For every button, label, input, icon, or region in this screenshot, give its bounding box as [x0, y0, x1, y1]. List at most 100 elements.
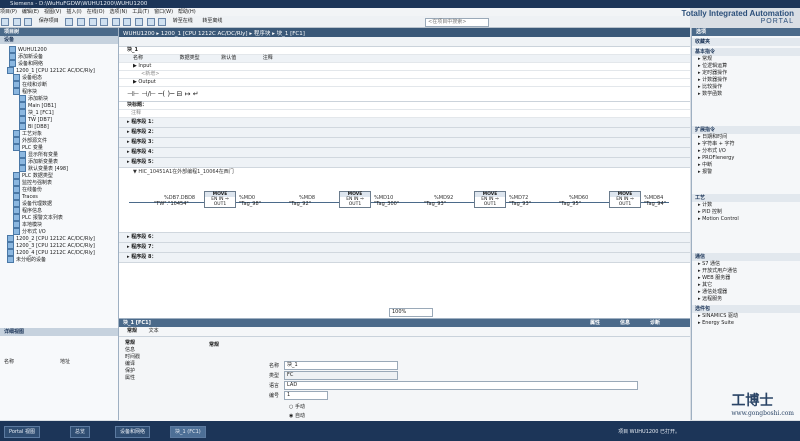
tree-item[interactable]: 添加新变量表 — [3, 158, 118, 165]
new-project-icon[interactable] — [1, 18, 9, 26]
tree-item[interactable]: 程序信息 — [3, 207, 118, 214]
basic-instruction-item[interactable]: ▸ 位逻辑运算 — [692, 63, 800, 70]
menu-item[interactable]: 在线(O) — [87, 9, 105, 15]
tree-item[interactable]: 分布式 I/O — [3, 228, 118, 235]
tree-item[interactable]: 在线备份 — [3, 186, 118, 193]
undo-icon[interactable] — [111, 18, 120, 26]
menu-item[interactable]: 帮助(H) — [178, 9, 196, 15]
paste-icon[interactable] — [88, 18, 97, 26]
technology-item[interactable]: ▸ PID 控制 — [692, 209, 800, 216]
overview-tab[interactable]: 总览 — [70, 426, 91, 438]
communication-item[interactable]: ▸ 远程服务 — [692, 296, 800, 303]
detail-view-title[interactable]: 详细视图 — [0, 328, 118, 336]
basic-instruction-item[interactable]: ▸ 计数器操作 — [692, 77, 800, 84]
project-search-input[interactable]: <在项目中搜索> — [425, 18, 489, 27]
block-comment[interactable]: 注释 — [119, 110, 690, 118]
tree-item[interactable]: PLC 变量 — [3, 144, 118, 151]
extended-instruction-item[interactable]: ▸ 字符串 + 字符 — [692, 141, 800, 148]
devices-networks-tab[interactable]: 设备和网络 — [115, 426, 151, 438]
diagnostics-tab[interactable]: 诊断 — [650, 319, 660, 327]
tree-item[interactable]: 1200_4 [CPU 1212C AC/DC/Rly] — [3, 249, 118, 256]
properties-nav-item[interactable]: 属性 — [125, 374, 140, 381]
basic-instruction-item[interactable]: ▸ 常规 — [692, 56, 800, 63]
info-tab[interactable]: 信息 — [620, 319, 630, 327]
menu-item[interactable]: 工具(T) — [132, 9, 149, 15]
tree-item[interactable]: TW [DB7] — [3, 116, 118, 123]
copy-icon[interactable] — [76, 18, 85, 26]
menu-item[interactable]: 插入(I) — [66, 9, 81, 15]
properties-nav-item[interactable]: 编译 — [125, 360, 140, 367]
move-block[interactable]: MOVE EN IN ⇒ OUT1 — [609, 191, 641, 208]
communication-section[interactable]: 通信 — [692, 253, 800, 261]
download-icon[interactable] — [146, 18, 155, 26]
network-header[interactable]: ▸ 程序段 3： — [119, 138, 690, 148]
manual-radio[interactable]: ○ 手动 — [289, 403, 305, 410]
interface-row-input[interactable]: ▶ Input — [119, 63, 690, 71]
devices-tab[interactable]: 设备 — [0, 36, 118, 44]
tree-item[interactable]: 本地模块 — [3, 221, 118, 228]
portal-view-button[interactable]: Portal 视图 — [4, 426, 40, 438]
network-header[interactable]: ▸ 程序段 7： — [119, 243, 690, 253]
tree-item[interactable]: 1200_3 [CPU 1212C AC/DC/Rly] — [3, 242, 118, 249]
optional-package-item[interactable]: ▸ Energy Suite — [692, 320, 800, 327]
ladder-elements-bar[interactable]: ⊣⊢ ⊣/⊢ ─( )─ ⊟ ↦ ↵ — [119, 87, 690, 102]
basic-instructions-section[interactable]: 基本指令 — [692, 48, 800, 56]
go-online-button[interactable]: 转至在线 — [173, 18, 193, 24]
tree-item[interactable]: 添加新设备 — [3, 53, 118, 60]
compile-icon[interactable] — [134, 18, 143, 26]
technology-item[interactable]: ▸ 计数 — [692, 202, 800, 209]
network-header[interactable]: ▸ 程序段 4： — [119, 148, 690, 158]
tree-item[interactable]: Main [OB1] — [3, 102, 118, 109]
network-header[interactable]: ▸ 程序段 1： — [119, 118, 690, 128]
menu-item[interactable]: 选项(N) — [110, 9, 128, 15]
optional-packages-section[interactable]: 选件包 — [692, 305, 800, 313]
extended-instructions-section[interactable]: 扩展指令 — [692, 126, 800, 134]
tree-item[interactable]: 显示所有变量 — [3, 151, 118, 158]
menu-item[interactable]: 项目(P) — [0, 9, 17, 15]
block-number-field[interactable]: 1 — [284, 391, 328, 400]
auto-radio[interactable]: ◉ 自动 — [289, 412, 305, 419]
block-name-field[interactable]: 块_1 — [284, 361, 398, 370]
tree-item[interactable]: 在线和诊断 — [3, 81, 118, 88]
extended-instruction-item[interactable]: ▸ PROFIenergy — [692, 155, 800, 162]
tree-item[interactable]: 1200_2 [CPU 1212C AC/DC/Rly] — [3, 235, 118, 242]
properties-nav-item[interactable]: 保护 — [125, 367, 140, 374]
go-offline-button[interactable]: 转至离线 — [202, 18, 222, 24]
tree-item[interactable]: 程序块 — [3, 88, 118, 95]
properties-nav-item[interactable]: 时间戳 — [125, 353, 140, 360]
network-header[interactable]: ▸ 程序段 6： — [119, 233, 690, 243]
cut-icon[interactable] — [65, 18, 74, 26]
extended-instruction-item[interactable]: ▸ 分布式 I/O — [692, 148, 800, 155]
tree-item[interactable]: 块_1 [FC1] — [3, 109, 118, 116]
tree-item[interactable]: WUHU1200 — [3, 46, 118, 53]
tree-item[interactable]: PLC 报警文本列表 — [3, 214, 118, 221]
save-icon[interactable] — [24, 18, 33, 26]
technology-item[interactable]: ▸ Motion Control — [692, 216, 800, 223]
properties-nav-item[interactable]: 信息 — [125, 346, 140, 353]
technology-section[interactable]: 工艺 — [692, 194, 800, 202]
communication-item[interactable]: ▸ 其它 — [692, 282, 800, 289]
network-header[interactable]: ▸ 程序段 8： — [119, 253, 690, 263]
zoom-selector[interactable]: 100% — [389, 308, 433, 317]
communication-item[interactable]: ▸ 通信处理器 — [692, 289, 800, 296]
tree-item[interactable]: 未分组的设备 — [3, 256, 118, 263]
tree-item[interactable]: Bl [DB8] — [3, 123, 118, 130]
menu-item[interactable]: 编辑(E) — [22, 9, 39, 15]
tree-item[interactable]: 设备代理数据 — [3, 200, 118, 207]
menu-item[interactable]: 视图(V) — [44, 9, 61, 15]
communication-item[interactable]: ▸ WEB 服务器 — [692, 275, 800, 282]
tree-item[interactable]: 默认变量表 [498] — [3, 165, 118, 172]
communication-item[interactable]: ▸ S7 通信 — [692, 261, 800, 268]
properties-tab[interactable]: 属性 — [590, 319, 600, 327]
extended-instruction-item[interactable]: ▸ 报警 — [692, 169, 800, 176]
tree-item[interactable]: 1200_1 [CPU 1212C AC/DC/Rly] — [3, 67, 118, 74]
texts-subtab[interactable]: 文本 — [149, 328, 159, 334]
delete-icon[interactable] — [100, 18, 109, 26]
tree-item[interactable]: PLC 数据类型 — [3, 172, 118, 179]
tree-item[interactable]: 添加新块 — [3, 95, 118, 102]
extended-instruction-item[interactable]: ▸ 日期和时间 — [692, 134, 800, 141]
network-header[interactable]: ▸ 程序段 2： — [119, 128, 690, 138]
optional-package-item[interactable]: ▸ SINAMICS 驱动 — [692, 313, 800, 320]
general-subtab[interactable]: 常规 — [127, 328, 137, 334]
extended-instruction-item[interactable]: ▸ 中断 — [692, 162, 800, 169]
